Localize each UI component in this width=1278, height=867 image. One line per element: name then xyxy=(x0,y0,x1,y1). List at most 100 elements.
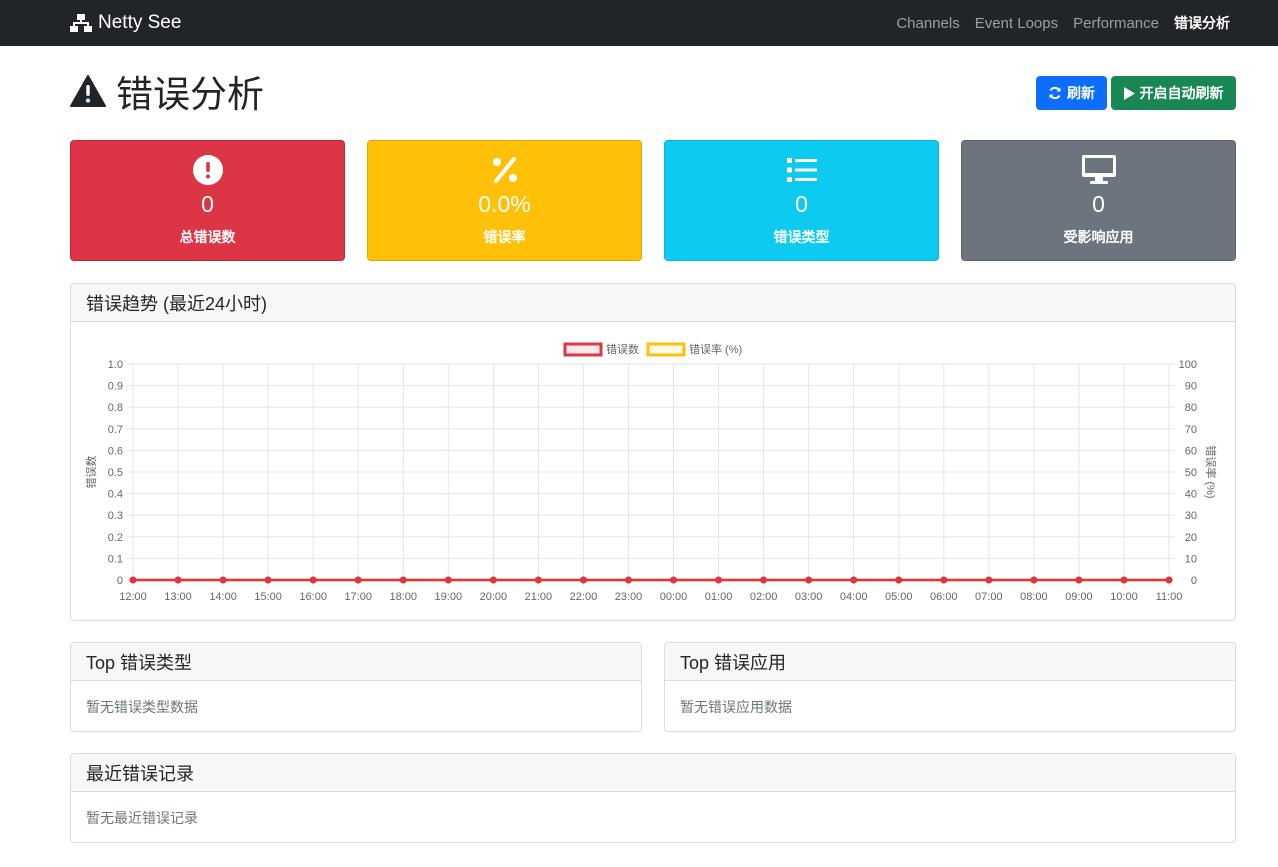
x-tick-label: 05:00 xyxy=(885,591,913,603)
legend-label-errors: 错误数 xyxy=(606,342,639,356)
data-point-errors xyxy=(985,576,993,584)
exclamation-circle-icon xyxy=(192,155,223,185)
x-tick-label: 01:00 xyxy=(705,591,733,603)
x-tick-label: 02:00 xyxy=(750,591,778,603)
y-right-tick-label: 40 xyxy=(1185,489,1197,501)
stat-card-error-rate: 0.0% 错误率 xyxy=(367,140,642,261)
y-right-tick-label: 70 xyxy=(1185,424,1197,436)
refresh-icon xyxy=(1049,86,1061,100)
x-tick-label: 04:00 xyxy=(840,591,868,603)
x-tick-label: 18:00 xyxy=(389,591,417,603)
x-tick-label: 03:00 xyxy=(795,591,823,603)
nav-link-error-analysis[interactable]: 错误分析 xyxy=(1174,13,1230,33)
data-point-errors xyxy=(399,576,407,584)
x-tick-label: 14:00 xyxy=(209,591,237,603)
y-left-tick-label: 0.4 xyxy=(108,489,123,501)
x-tick-label: 16:00 xyxy=(299,591,327,603)
data-point-errors xyxy=(805,576,813,584)
x-tick-label: 11:00 xyxy=(1156,591,1183,603)
y-right-tick-label: 80 xyxy=(1185,402,1197,414)
data-point-errors xyxy=(534,576,542,584)
data-point-errors xyxy=(1120,576,1128,584)
data-point-errors xyxy=(354,576,362,584)
legend-swatch-error-rate xyxy=(646,342,686,357)
brand-link[interactable]: Netty See xyxy=(70,0,181,46)
top-error-apps-title: Top 错误应用 xyxy=(665,643,1235,681)
data-point-errors xyxy=(1030,576,1038,584)
y-left-tick-label: 0.7 xyxy=(108,424,123,436)
stat-value-total-errors: 0 xyxy=(201,191,214,217)
x-tick-label: 00:00 xyxy=(660,591,688,603)
x-tick-label: 21:00 xyxy=(525,591,553,603)
y-right-tick-label: 30 xyxy=(1185,510,1197,522)
x-tick-label: 10:00 xyxy=(1110,591,1138,603)
y-left-tick-label: 1.0 xyxy=(108,359,123,371)
y-right-tick-label: 90 xyxy=(1185,381,1197,393)
data-point-errors xyxy=(489,576,497,584)
y-right-tick-label: 10 xyxy=(1185,553,1197,565)
desktop-icon xyxy=(1081,155,1116,184)
data-point-errors xyxy=(760,576,768,584)
legend-label-error-rate: 错误率 (%) xyxy=(689,342,742,356)
stat-label-error-rate: 错误率 xyxy=(483,229,526,245)
error-trend-card: 错误趋势 (最近24小时) 0 0 0.1 10 0.2 20 0.3 30 0.4 40 0.5 5… xyxy=(70,283,1236,621)
y-right-tick-label: 60 xyxy=(1185,445,1197,457)
data-point-errors xyxy=(444,576,452,584)
y-left-tick-label: 0.6 xyxy=(108,445,123,457)
stat-card-affected-apps: 0 受影响应用 xyxy=(961,140,1236,261)
recent-errors-card: 最近错误记录 暂无最近错误记录 xyxy=(70,753,1236,843)
x-tick-label: 22:00 xyxy=(570,591,598,603)
data-point-errors xyxy=(219,576,227,584)
y-left-tick-label: 0.1 xyxy=(108,553,123,565)
data-point-errors xyxy=(579,576,587,584)
data-point-errors xyxy=(264,576,272,584)
y-left-tick-label: 0.5 xyxy=(108,467,123,479)
error-trend-title: 错误趋势 (最近24小时) xyxy=(71,284,1235,322)
network-icon xyxy=(70,14,92,32)
x-tick-label: 13:00 xyxy=(164,591,192,603)
data-point-errors xyxy=(940,576,948,584)
navbar: Netty See Channels Event Loops Performan… xyxy=(0,0,1278,46)
nav-link-event-loops[interactable]: Event Loops xyxy=(975,15,1058,32)
nav-link-channels[interactable]: Channels xyxy=(896,15,959,32)
auto-refresh-button[interactable]: 开启自动刷新 xyxy=(1111,76,1236,110)
stat-value-error-types: 0 xyxy=(795,191,808,217)
data-point-errors xyxy=(174,576,182,584)
stat-value-affected-apps: 0 xyxy=(1092,191,1105,217)
data-point-errors xyxy=(129,576,137,584)
error-trend-chart: 0 0 0.1 10 0.2 20 0.3 30 0.4 40 0.5 50 0.6 60 0.7 70 0.8… xyxy=(84,342,1218,603)
x-tick-label: 23:00 xyxy=(615,591,643,603)
x-tick-label: 17:00 xyxy=(344,591,372,603)
top-error-types-card: Top 错误类型 暂无错误类型数据 xyxy=(70,642,642,732)
nav-link-performance[interactable]: Performance xyxy=(1073,15,1159,32)
x-tick-label: 12:00 xyxy=(119,591,147,603)
data-point-errors xyxy=(670,576,678,584)
y-right-tick-label: 50 xyxy=(1185,467,1197,479)
y-left-tick-label: 0.9 xyxy=(108,381,123,393)
stat-label-error-types: 错误类型 xyxy=(773,229,830,245)
brand-name: Netty See xyxy=(98,12,182,33)
top-error-types-title: Top 错误类型 xyxy=(71,643,641,681)
warning-triangle-icon xyxy=(70,75,106,107)
y-right-tick-label: 100 xyxy=(1179,359,1197,371)
y-right-tick-label: 0 xyxy=(1191,575,1197,587)
play-icon xyxy=(1123,86,1135,100)
top-error-apps-empty: 暂无错误应用数据 xyxy=(680,699,792,715)
list-icon xyxy=(786,158,817,182)
recent-errors-title: 最近错误记录 xyxy=(71,754,1235,792)
x-tick-label: 19:00 xyxy=(435,591,463,603)
refresh-button-label: 刷新 xyxy=(1067,85,1095,101)
legend-swatch-errors xyxy=(563,342,603,357)
refresh-button[interactable]: 刷新 xyxy=(1036,76,1107,110)
data-point-errors xyxy=(624,576,632,584)
top-error-apps-card: Top 错误应用 暂无错误应用数据 xyxy=(664,642,1236,732)
data-point-errors xyxy=(309,576,317,584)
x-tick-label: 06:00 xyxy=(930,591,958,603)
stat-value-error-rate: 0.0% xyxy=(478,191,531,217)
data-point-errors xyxy=(895,576,903,584)
x-tick-label: 15:00 xyxy=(254,591,282,603)
y-left-tick-label: 0.2 xyxy=(108,532,123,544)
data-point-errors xyxy=(1075,576,1083,584)
page-title-text: 错误分析 xyxy=(116,74,264,115)
y-left-tick-label: 0.8 xyxy=(108,402,123,414)
